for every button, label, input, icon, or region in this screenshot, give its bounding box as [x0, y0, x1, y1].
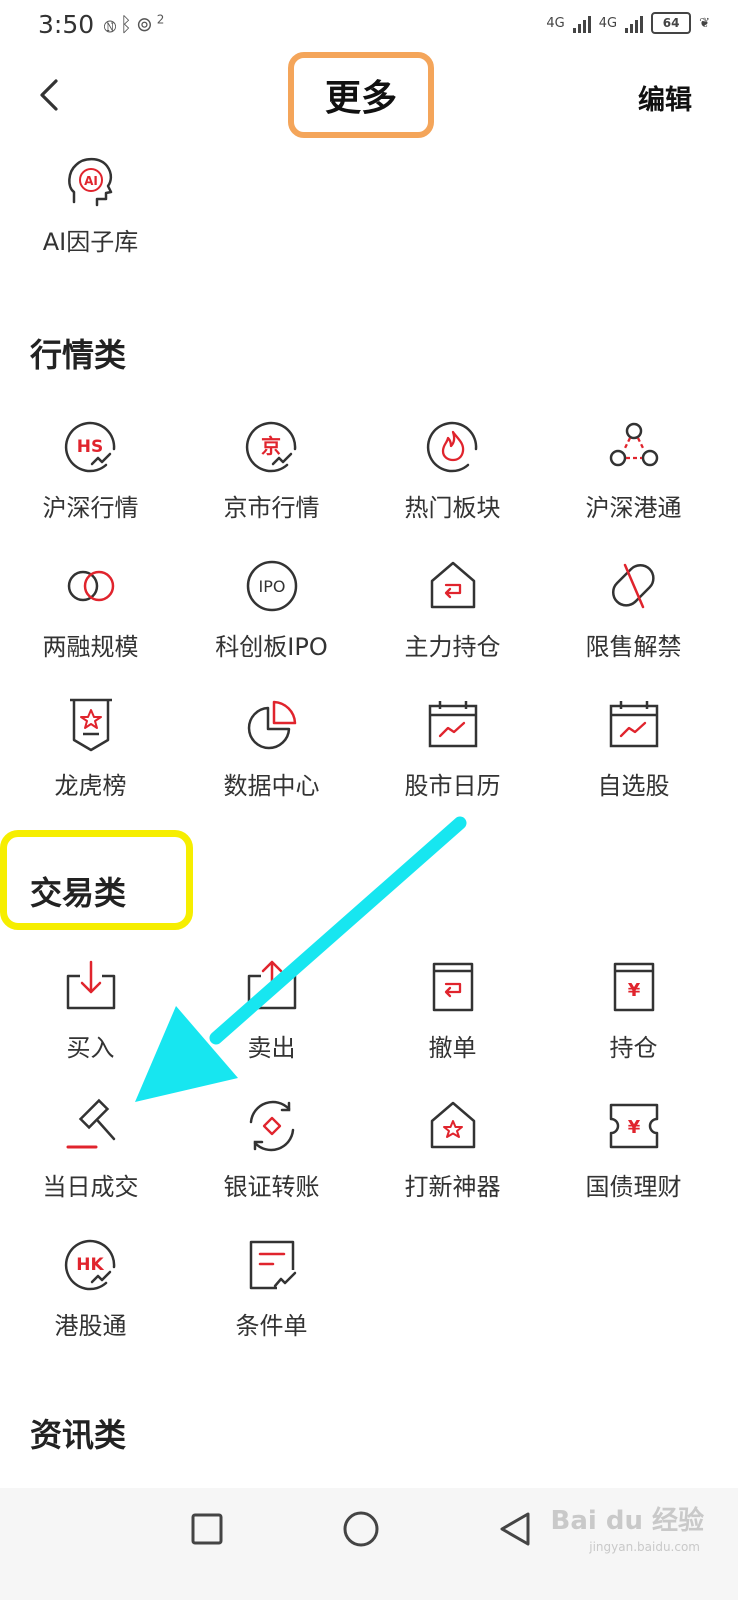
back-triangle-icon[interactable] [497, 1510, 533, 1548]
watermark-logo: Bai du 经验 [550, 1506, 705, 1536]
annotation-arrow-icon [135, 816, 467, 1102]
home-circle-icon[interactable] [342, 1510, 380, 1548]
recent-apps-square-icon[interactable] [190, 1512, 224, 1546]
watermark-url: jingyan.baidu.com [589, 1540, 700, 1554]
